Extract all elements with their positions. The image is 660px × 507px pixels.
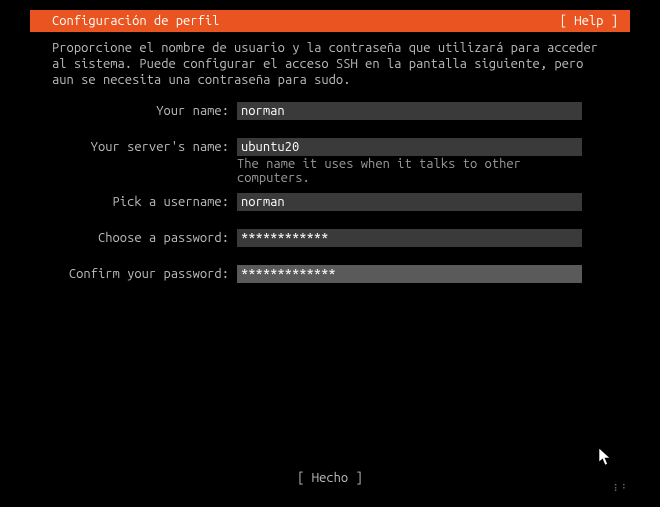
input-password[interactable]: ************ <box>237 229 582 247</box>
row-confirm-password: Confirm your password: ************* <box>52 265 608 283</box>
content-area: Proporcione el nombre de usuario y la co… <box>30 32 630 283</box>
page-title: Configuración de perfil <box>52 14 219 28</box>
done-button[interactable]: [ Hecho ] <box>297 471 363 485</box>
label-confirm-password: Confirm your password: <box>52 265 237 283</box>
row-password: Choose a password: ************ <box>52 229 608 247</box>
label-your-name: Your name: <box>52 102 237 120</box>
intro-text: Proporcione el nombre de usuario y la co… <box>52 40 608 88</box>
input-confirm-password[interactable]: ************* <box>237 265 582 283</box>
row-username: Pick a username: norman <box>52 193 608 211</box>
installer-window: Configuración de perfil [ Help ] Proporc… <box>30 10 630 497</box>
resize-grip-icon: ⠇⠃ <box>613 483 630 495</box>
row-server-name: Your server's name: ubuntu20 The name it… <box>52 138 608 187</box>
input-your-name[interactable]: norman <box>237 102 582 120</box>
footer-bar: [ Hecho ] <box>30 471 630 485</box>
hint-server-name: The name it uses when it talks to other … <box>237 157 582 185</box>
label-server-name: Your server's name: <box>52 138 237 156</box>
help-button[interactable]: [ Help ] <box>560 14 618 28</box>
input-username[interactable]: norman <box>237 193 582 211</box>
row-your-name: Your name: norman <box>52 102 608 120</box>
input-server-name[interactable]: ubuntu20 <box>237 138 582 156</box>
header-bar: Configuración de perfil [ Help ] <box>30 10 630 32</box>
label-username: Pick a username: <box>52 193 237 211</box>
label-password: Choose a password: <box>52 229 237 247</box>
